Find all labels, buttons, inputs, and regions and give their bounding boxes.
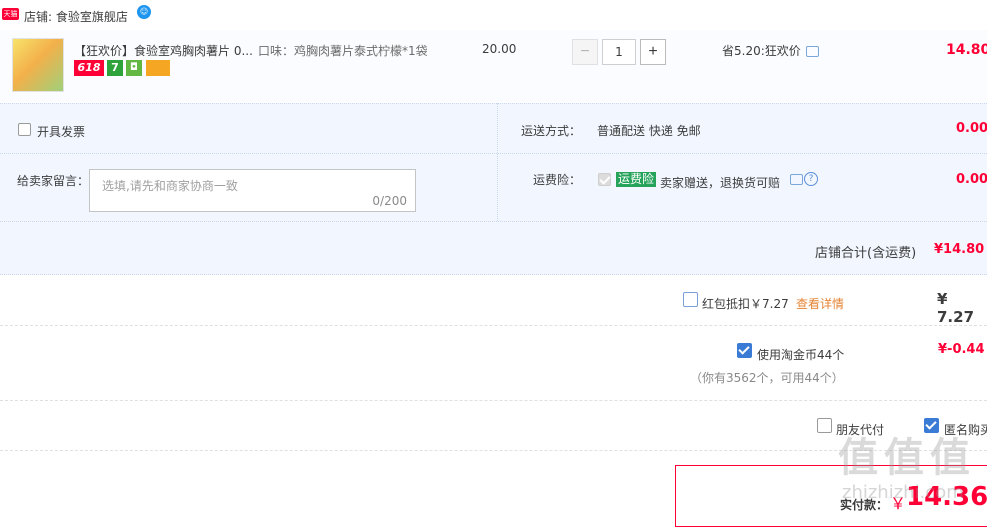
increase-quantity-button[interactable]: + (640, 39, 666, 65)
tag-seven-day-return: 7 (107, 60, 123, 76)
friend-pay-checkbox[interactable] (817, 418, 832, 433)
coins-checkbox[interactable] (737, 343, 752, 358)
insurance-tag: 运费险 (616, 172, 657, 187)
invoice-checkbox[interactable] (18, 123, 31, 136)
wangwang-chat-icon[interactable]: ☺ (137, 5, 151, 19)
panel-divider (497, 103, 499, 221)
coins-label: 使用淘金币44个 (757, 348, 845, 362)
product-row: 【狂欢价】食验室鸡胸肉薯片 0... 口味：鸡胸肉薯片泰式柠檬*1袋 618 7… (0, 30, 987, 102)
shop-total-value: ¥14.80 (934, 242, 985, 257)
shipping-method[interactable]: 普通配送 快递 免邮 (597, 122, 701, 139)
unit-price: 20.00 (482, 42, 517, 56)
redpacket-label: 红包抵扣￥7.27 (702, 297, 789, 311)
row-divider (0, 153, 987, 154)
watermark-logo: 值 值 值 (838, 435, 970, 481)
invoice-label: 开具发票 (37, 125, 86, 139)
watermark-url: zhizhizhi.com (842, 482, 964, 503)
tag-618: 618 (74, 60, 104, 76)
tmall-badge-icon: 天猫 (2, 8, 19, 20)
shipping-price: 0.00 (956, 121, 987, 136)
shop-total-label: 店铺合计(含运费) (815, 246, 917, 261)
message-label: 给卖家留言： (17, 174, 90, 188)
product-sku: 口味：鸡胸肉薯片泰式柠檬*1袋 (258, 44, 428, 58)
product-title[interactable]: 【狂欢价】食验室鸡胸肉薯片 0... (74, 42, 253, 59)
coins-note: （你有3562个，可用44个） (690, 371, 844, 385)
shipping-label: 运送方式： (521, 124, 582, 138)
insurance-text: 卖家赠送，退换货可赔 (660, 176, 781, 190)
shop-header: 天猫 店铺: 食验室旗舰店 ☺ (0, 0, 987, 30)
product-thumbnail[interactable] (12, 38, 64, 92)
promo-comment-icon[interactable] (806, 46, 819, 57)
quantity-input[interactable] (602, 39, 636, 65)
redpacket-value: ¥ 7.27 (937, 290, 975, 326)
item-subtotal: 14.80 (946, 42, 987, 58)
redpacket-detail-link[interactable]: 查看详情 (796, 295, 844, 312)
divider (0, 325, 987, 326)
decrease-quantity-button[interactable]: − (572, 39, 598, 65)
tag-guarantee-icon: ◘ (126, 60, 142, 76)
message-counter: 0/200 (372, 194, 407, 208)
insurance-comment-icon[interactable] (790, 174, 803, 185)
quantity-stepper: − + (572, 39, 668, 65)
message-box[interactable]: 选填,请先和商家协商一致 0/200 (89, 169, 416, 212)
insurance-label: 运费险： (533, 173, 582, 187)
insurance-help-icon[interactable]: ? (804, 172, 818, 186)
row-divider (0, 221, 987, 222)
message-placeholder: 选填,请先和商家协商一致 (102, 179, 238, 193)
promo-text: 省5.20:狂欢价 (722, 44, 801, 58)
insurance-checkbox (598, 173, 611, 186)
insurance-price: 0.00 (956, 172, 987, 187)
redpacket-checkbox[interactable] (683, 292, 698, 307)
tag-card-icon (146, 60, 170, 76)
coins-value: ¥-0.44 (938, 342, 985, 357)
divider (0, 400, 987, 401)
shop-name[interactable]: 店铺: 食验室旗舰店 (24, 8, 128, 25)
